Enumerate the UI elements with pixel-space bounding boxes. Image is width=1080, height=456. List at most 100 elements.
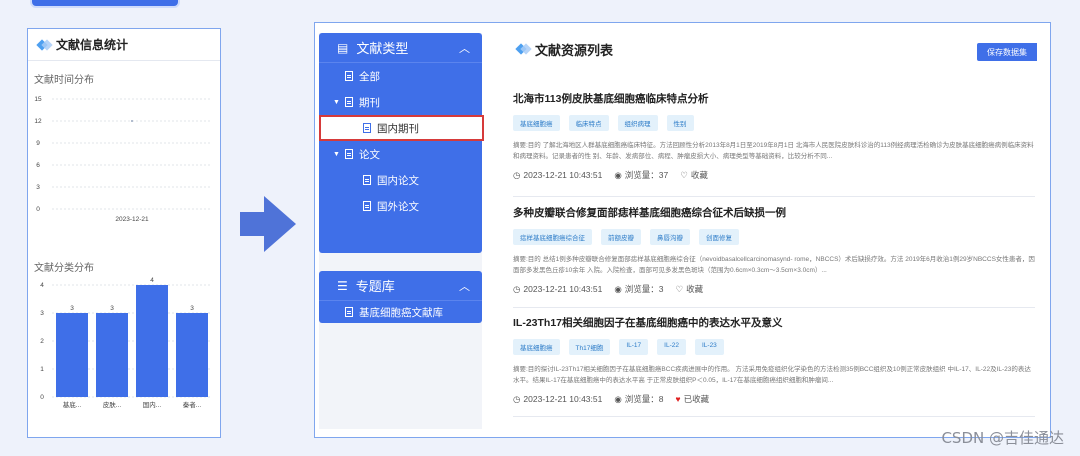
y-tick-label: 3 <box>36 184 40 191</box>
keyword-tag[interactable]: 前额皮瓣 <box>601 229 641 245</box>
keyword-tag[interactable]: IL-17 <box>619 339 649 355</box>
divider <box>513 416 1035 417</box>
library-header[interactable]: ☰ 专题库 ︿ <box>319 271 482 301</box>
content-area: 文献资源列表 保存数据集 北海市113例皮肤基底细胞癌临床特点分析 基底细胞癌 临床… <box>497 33 1045 417</box>
x-tick-label: 国内... <box>143 400 162 409</box>
heart-icon: ♡ <box>675 283 684 294</box>
tab-indicator <box>30 0 180 8</box>
favorite-button[interactable]: ♡ 收藏 <box>676 283 704 295</box>
article-meta: ◷ 2023-12-21 10:43:51 ◉ 浏览量：3 ♡ 收藏 <box>513 283 1035 295</box>
keyword-tag[interactable]: Th17细胞 <box>568 339 611 355</box>
keyword-tag[interactable]: 创面修复 <box>699 229 739 245</box>
favorite-label: 收藏 <box>690 170 708 180</box>
keyword-tag[interactable]: 临床特点 <box>568 115 609 131</box>
bar <box>136 285 168 397</box>
eye-icon: ◉ <box>614 283 622 294</box>
library-label: 专题库 <box>355 279 395 294</box>
article-title[interactable]: IL-23Th17相关细胞因子在基底细胞癌中的表达水平及意义 <box>513 315 1035 330</box>
sidebar-item-thesis[interactable]: ▼ 论文 <box>319 141 482 167</box>
y-tick-label: 1 <box>40 366 44 373</box>
stats-header: 文献信息统计 <box>28 29 220 61</box>
y-tick-label: 0 <box>40 394 44 401</box>
keyword-tag[interactable]: 基底细胞癌 <box>513 339 560 355</box>
view-count: 浏览量：8 <box>624 394 664 404</box>
sidebar: ▤ 文献类型 ︿ 全部 ▼ 期刊 国内期刊 ▼ 论文 国内论文 国外论文 ☰ 专… <box>319 33 484 429</box>
document-icon <box>345 149 353 159</box>
article-abstract: 摘要:目的探讨IL-23Th17相关细胞因子在基底细胞癌BCC疾病进展中的作用。… <box>513 366 1031 384</box>
diamond-icon <box>36 40 50 50</box>
x-tick-label: 2023-12-21 <box>115 216 149 223</box>
sliders-icon: ☰ <box>337 278 348 293</box>
bar <box>96 313 128 397</box>
article-meta: ◷ 2023-12-21 10:43:51 ◉ 浏览量：37 ♡ 收藏 <box>513 169 1035 181</box>
heart-icon: ♡ <box>680 169 688 180</box>
keyword-tag[interactable]: 鼻唇沟瓣 <box>650 229 690 245</box>
article-abstract: 摘要:目的 了解北海地区人群基底细胞癌临床特征。方法回顾性分析2013年8月1日… <box>513 142 1034 160</box>
main-panel: ▤ 文献类型 ︿ 全部 ▼ 期刊 国内期刊 ▼ 论文 国内论文 国外论文 ☰ 专… <box>314 22 1051 438</box>
list-item[interactable]: 北海市113例皮肤基底细胞癌临床特点分析 基底细胞癌 临床特点 组织病理 性别 摘要:目的… <box>497 91 1045 181</box>
y-tick-label: 6 <box>36 162 40 169</box>
caret-down-icon: ▼ <box>333 98 340 106</box>
content-title: 文献资源列表 <box>535 42 614 58</box>
document-icon <box>345 307 353 317</box>
clock-icon: ◷ <box>513 169 521 180</box>
chevron-up-icon[interactable]: ︿ <box>459 278 470 294</box>
favorite-button[interactable]: ♥ 已收藏 <box>676 393 710 405</box>
article-title[interactable]: 多种皮瓣联合修复面部痣样基底细胞癌综合征术后缺损一例 <box>513 205 1035 220</box>
sidebar-item-bcc-library[interactable]: 基底细胞癌文献库 <box>319 301 482 323</box>
clock-icon: ◷ <box>513 393 521 404</box>
caret-down-icon: ▼ <box>333 150 340 158</box>
keyword-tag[interactable]: 组织病理 <box>617 115 658 131</box>
doc-type-label: 文献类型 <box>356 41 409 56</box>
y-tick-label: 3 <box>40 310 44 317</box>
y-tick-label: 12 <box>34 118 42 125</box>
clock-icon: ◷ <box>513 283 521 294</box>
keyword-tag[interactable]: 性别 <box>666 115 694 131</box>
stats-panel: 文献信息统计 文献时间分布 0 3 6 9 12 15 2023-12-21 文献分类分布 … <box>27 28 221 438</box>
view-count: 浏览量：3 <box>624 284 664 294</box>
list-item[interactable]: 多种皮瓣联合修复面部痣样基底细胞癌综合征术后缺损一例 痣样基底细胞癌综合征 前额皮瓣… <box>497 205 1045 295</box>
watermark: CSDN @吉佳通达 <box>941 429 1064 447</box>
y-tick-label: 0 <box>36 206 40 213</box>
sidebar-item-label: 国内论文 <box>377 174 419 187</box>
data-point <box>131 120 133 122</box>
sidebar-item-foreign-thesis[interactable]: 国外论文 <box>319 193 482 219</box>
keyword-tag[interactable]: 基底细胞癌 <box>513 115 560 131</box>
time-dist-label: 文献时间分布 <box>34 75 94 86</box>
list-item[interactable]: IL-23Th17相关细胞因子在基底细胞癌中的表达水平及意义 基底细胞癌 Th17细… <box>497 315 1045 405</box>
library-menu: ☰ 专题库 ︿ 基底细胞癌文献库 <box>319 271 482 323</box>
eye-icon: ◉ <box>614 169 622 180</box>
tag-list: 基底细胞癌 临床特点 组织病理 性别 <box>513 115 1035 131</box>
y-tick-label: 15 <box>34 96 42 103</box>
sidebar-item-journal[interactable]: ▼ 期刊 <box>319 89 482 115</box>
document-icon <box>345 71 353 81</box>
save-dataset-button[interactable]: 保存数据集 <box>977 43 1037 61</box>
document-icon <box>345 97 353 107</box>
divider <box>513 307 1035 308</box>
sidebar-item-label: 全部 <box>359 70 380 83</box>
favorite-label: 收藏 <box>686 284 704 294</box>
keyword-tag[interactable]: IL-23 <box>694 339 724 355</box>
y-tick-label: 4 <box>40 282 44 289</box>
doc-type-menu: ▤ 文献类型 ︿ 全部 ▼ 期刊 国内期刊 ▼ 论文 国内论文 国外论文 <box>319 33 484 253</box>
sidebar-item-label: 基底细胞癌文献库 <box>359 306 443 319</box>
article-title[interactable]: 北海市113例皮肤基底细胞癌临床特点分析 <box>513 91 1035 106</box>
sidebar-item-all[interactable]: 全部 <box>319 63 482 89</box>
heart-icon: ♥ <box>675 394 681 404</box>
doc-type-header[interactable]: ▤ 文献类型 ︿ <box>319 33 482 63</box>
sidebar-item-domestic-journal[interactable]: 国内期刊 <box>319 115 484 141</box>
keyword-tag[interactable]: IL-22 <box>657 339 686 355</box>
publish-date: 2023-12-21 10:43:51 <box>523 284 603 294</box>
document-icon <box>363 201 371 211</box>
sidebar-item-domestic-thesis[interactable]: 国内论文 <box>319 167 482 193</box>
favorite-button[interactable]: ♡ 收藏 <box>680 169 708 181</box>
publish-date: 2023-12-21 10:43:51 <box>523 170 603 180</box>
sidebar-item-label: 期刊 <box>359 96 380 109</box>
publish-date: 2023-12-21 10:43:51 <box>523 394 603 404</box>
document-icon <box>363 175 371 185</box>
chevron-up-icon[interactable]: ︿ <box>459 40 470 56</box>
tag-list: 痣样基底细胞癌综合征 前额皮瓣 鼻唇沟瓣 创面修复 <box>513 229 1035 245</box>
document-icon: ▤ <box>337 40 349 55</box>
y-tick-label: 2 <box>40 338 44 345</box>
keyword-tag[interactable]: 痣样基底细胞癌综合征 <box>513 229 592 245</box>
